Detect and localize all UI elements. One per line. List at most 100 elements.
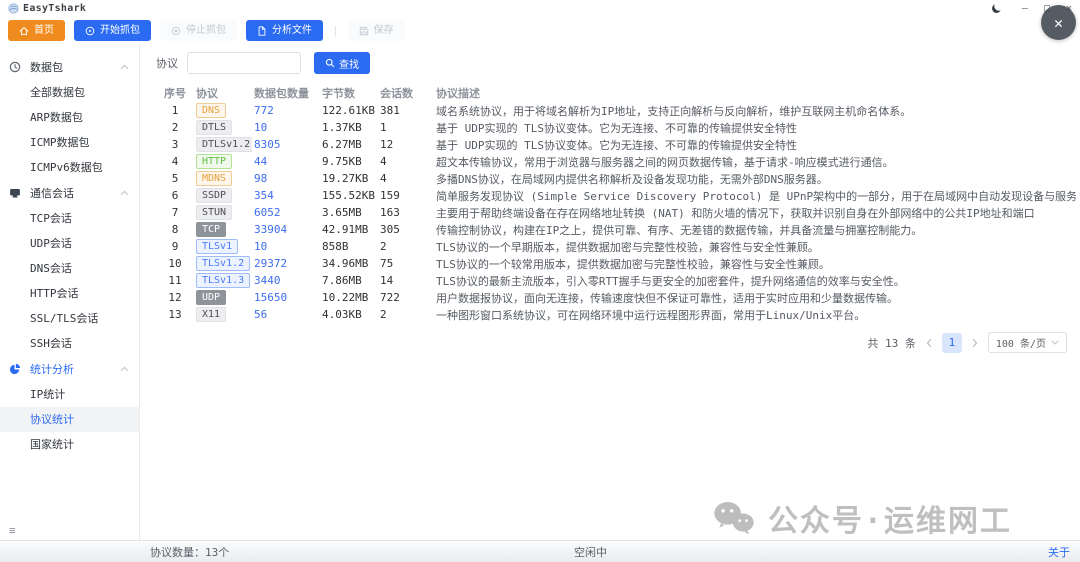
protocol-cell: MDNS bbox=[194, 170, 252, 187]
home-button[interactable]: 首页 bbox=[8, 20, 65, 41]
protocol-cell: X11 bbox=[194, 306, 252, 323]
overlay-close-button[interactable]: ✕ bbox=[1041, 5, 1076, 40]
table-row: 8TCP3390442.91MB305传输控制协议，构建在IP之上，提供可靠、有… bbox=[156, 221, 1076, 238]
chevron-down-icon bbox=[1051, 340, 1059, 345]
packet-count-cell: 10 bbox=[252, 119, 320, 136]
sidebar-item[interactable]: IP统计 bbox=[0, 382, 139, 407]
packet-count-cell: 29372 bbox=[252, 255, 320, 272]
packet-count-link[interactable]: 8305 bbox=[254, 138, 281, 151]
sidebar-group-2[interactable]: 统计分析 bbox=[0, 356, 139, 382]
protocol-badge: UDP bbox=[196, 290, 226, 305]
sidebar-item[interactable]: TCP会话 bbox=[0, 206, 139, 231]
row-index: 3 bbox=[156, 136, 194, 153]
session-count-cell: 4 bbox=[378, 170, 434, 187]
minimize-button[interactable]: – bbox=[1022, 4, 1028, 14]
sidebar-item[interactable]: HTTP会话 bbox=[0, 281, 139, 306]
analyze-file-button[interactable]: 分析文件 bbox=[246, 20, 323, 41]
dark-mode-toggle[interactable] bbox=[991, 3, 1002, 14]
sidebar-item[interactable]: ARP数据包 bbox=[0, 105, 139, 130]
sessions-icon bbox=[9, 187, 21, 199]
chevron-up-icon bbox=[120, 366, 129, 372]
sidebar-group-0[interactable]: 数据包 bbox=[0, 54, 139, 80]
packet-count-cell: 6052 bbox=[252, 204, 320, 221]
row-index: 1 bbox=[156, 102, 194, 119]
row-index: 4 bbox=[156, 153, 194, 170]
protocol-description-cell: 一种图形窗口系统协议，可在网络环境中运行远程图形界面，常用于Linux/Unix… bbox=[434, 306, 1076, 323]
save-icon bbox=[359, 26, 369, 36]
byte-count-cell: 7.86MB bbox=[320, 272, 378, 289]
sidebar-group-label: 通信会话 bbox=[30, 185, 120, 201]
protocol-description-cell: TLS协议的一个较常用版本，提供数据加密与完整性校验，兼容性与安全性兼顾。 bbox=[434, 255, 1076, 272]
protocol-description-cell: 超文本传输协议，常用于浏览器与服务器之间的网页数据传输，基于请求-响应模式进行通… bbox=[434, 153, 1076, 170]
table-row: 2DTLS101.37KB1基于 UDP实现的 TLS协议变体。它为无连接、不可… bbox=[156, 119, 1076, 136]
packet-count-link[interactable]: 3440 bbox=[254, 274, 281, 287]
sidebar-item[interactable]: 国家统计 bbox=[0, 432, 139, 457]
collapse-sidebar-icon[interactable]: ≡ bbox=[9, 524, 16, 537]
packet-count-link[interactable]: 354 bbox=[254, 189, 274, 202]
next-page-icon[interactable] bbox=[971, 338, 979, 348]
search-button[interactable]: 查找 bbox=[314, 52, 370, 74]
table-row: 3DTLSv1.283056.27MB12基于 UDP实现的 TLS协议变体。它… bbox=[156, 136, 1076, 153]
protocol-badge: DNS bbox=[196, 103, 226, 118]
pagination: 共 13 条 1 100 条/页 bbox=[156, 332, 1080, 353]
pagination-total: 共 13 条 bbox=[867, 335, 916, 351]
sidebar-item[interactable]: DNS会话 bbox=[0, 256, 139, 281]
byte-count-cell: 42.91MB bbox=[320, 221, 378, 238]
table-row: 13X11564.03KB2一种图形窗口系统协议，可在网络环境中运行远程图形界面… bbox=[156, 306, 1076, 323]
packet-count-cell: 56 bbox=[252, 306, 320, 323]
protocol-badge: TLSv1.2 bbox=[196, 256, 250, 271]
byte-count-cell: 9.75KB bbox=[320, 153, 378, 170]
protocol-description-cell: 多播DNS协议，在局域网内提供名称解析及设备发现功能，无需外部DNS服务器。 bbox=[434, 170, 1076, 187]
page-number[interactable]: 1 bbox=[942, 333, 962, 353]
sidebar-group-1[interactable]: 通信会话 bbox=[0, 180, 139, 206]
row-index: 8 bbox=[156, 221, 194, 238]
sidebar-item[interactable]: ICMP数据包 bbox=[0, 130, 139, 155]
sidebar-item[interactable]: 全部数据包 bbox=[0, 80, 139, 105]
protocol-cell: UDP bbox=[194, 289, 252, 306]
protocol-cell: DNS bbox=[194, 102, 252, 119]
packet-count-link[interactable]: 6052 bbox=[254, 206, 281, 219]
session-count-cell: 4 bbox=[378, 153, 434, 170]
protocol-badge: STUN bbox=[196, 205, 232, 220]
page-size-select[interactable]: 100 条/页 bbox=[988, 332, 1067, 353]
sidebar-item[interactable]: ICMPv6数据包 bbox=[0, 155, 139, 180]
byte-count-cell: 10.22MB bbox=[320, 289, 378, 306]
byte-count-cell: 6.27MB bbox=[320, 136, 378, 153]
status-bar: 协议数量：13个 空闲中 关于 bbox=[0, 540, 1080, 562]
packet-count-link[interactable]: 33904 bbox=[254, 223, 287, 236]
protocol-cell: DTLSv1.2 bbox=[194, 136, 252, 153]
protocol-description-cell: 域名系统协议，用于将域名解析为IP地址，支持正向解析与反向解析，维护互联网主机命… bbox=[434, 102, 1076, 119]
protocol-description-cell: 基于 UDP实现的 TLS协议变体。它为无连接、不可靠的传输提供安全特性 bbox=[434, 136, 1076, 153]
session-count-cell: 2 bbox=[378, 306, 434, 323]
sidebar-item[interactable]: SSL/TLS会话 bbox=[0, 306, 139, 331]
protocol-search-input[interactable] bbox=[187, 52, 301, 74]
packet-count-link[interactable]: 56 bbox=[254, 308, 267, 321]
table-row: 12UDP1565010.22MB722用户数据报协议，面向无连接，传输速度快但… bbox=[156, 289, 1076, 306]
packet-count-link[interactable]: 10 bbox=[254, 121, 267, 134]
packet-count-link[interactable]: 98 bbox=[254, 172, 267, 185]
app-logo-icon bbox=[8, 3, 19, 14]
packet-count-link[interactable]: 44 bbox=[254, 155, 267, 168]
packet-count-cell: 3440 bbox=[252, 272, 320, 289]
sidebar-item[interactable]: 协议统计 bbox=[0, 407, 139, 432]
packet-count-link[interactable]: 29372 bbox=[254, 257, 287, 270]
column-header: 字节数 bbox=[320, 83, 378, 102]
prev-page-icon[interactable] bbox=[925, 338, 933, 348]
packet-count-link[interactable]: 10 bbox=[254, 240, 267, 253]
protocol-badge: TLSv1.3 bbox=[196, 273, 250, 288]
about-link[interactable]: 关于 bbox=[1048, 544, 1070, 560]
packet-count-cell: 8305 bbox=[252, 136, 320, 153]
row-index: 7 bbox=[156, 204, 194, 221]
protocol-cell: TLSv1 bbox=[194, 238, 252, 255]
table-row: 10TLSv1.22937234.96MB75TLS协议的一个较常用版本，提供数… bbox=[156, 255, 1076, 272]
main-panel: 协议 查找 序号协议数据包数量字节数会话数协议描述 1DNS772122.61K… bbox=[140, 44, 1080, 540]
chevron-up-icon bbox=[120, 64, 129, 70]
protocol-description-cell: 主要用于帮助终端设备在存在网络地址转换 (NAT) 和防火墙的情况下，获取并识别… bbox=[434, 204, 1076, 221]
packet-count-link[interactable]: 772 bbox=[254, 104, 274, 117]
start-capture-button[interactable]: 开始抓包 bbox=[74, 20, 151, 41]
sidebar-item[interactable]: SSH会话 bbox=[0, 331, 139, 356]
idle-status: 空闲中 bbox=[574, 544, 607, 560]
packet-count-link[interactable]: 15650 bbox=[254, 291, 287, 304]
sidebar-item[interactable]: UDP会话 bbox=[0, 231, 139, 256]
protocol-badge: MDNS bbox=[196, 171, 232, 186]
